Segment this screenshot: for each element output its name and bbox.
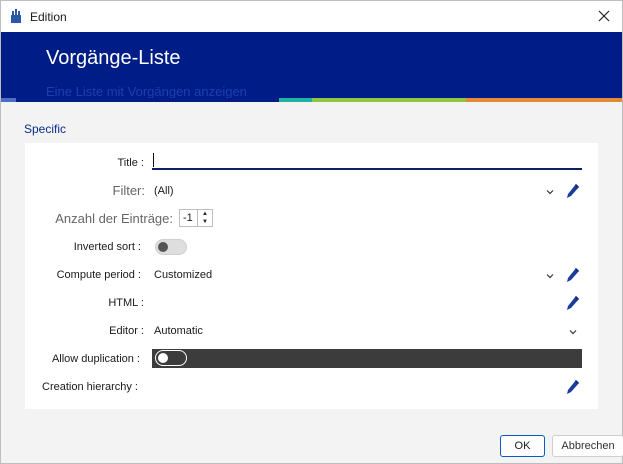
pencil-icon[interactable]	[566, 183, 580, 199]
allow-duplication-toggle[interactable]	[155, 350, 187, 366]
text-caret	[153, 153, 154, 167]
editor-label: Editor :	[109, 325, 144, 337]
title-label: Title :	[117, 157, 145, 169]
header-banner: Vorgänge-Liste Eine Liste mit Vorgängen …	[1, 32, 622, 102]
pencil-icon[interactable]	[566, 379, 580, 395]
compute-period-label: Compute period :	[56, 269, 141, 281]
inverted-sort-toggle[interactable]	[155, 239, 187, 255]
edition-dialog: Edition Vorgänge-Liste Eine Liste mit Vo…	[0, 0, 623, 464]
close-button[interactable]	[594, 6, 614, 26]
entries-value: -1	[183, 212, 193, 224]
chevron-down-icon[interactable]	[545, 187, 555, 197]
creation-hierarchy-label: Creation hierarchy :	[42, 381, 138, 393]
stepper-down-icon[interactable]: ▼	[198, 218, 212, 226]
title-bar: Edition	[1, 1, 622, 32]
section-title: Specific	[24, 122, 67, 136]
app-icon	[11, 9, 21, 23]
chevron-down-icon[interactable]	[545, 271, 555, 281]
filter-select[interactable]: (All)	[154, 185, 174, 197]
page-title: Vorgänge-Liste	[46, 47, 181, 69]
close-icon	[598, 10, 610, 22]
window-title: Edition	[30, 10, 67, 24]
chevron-down-icon[interactable]	[568, 327, 578, 337]
entries-label: Anzahl der Einträge:	[55, 211, 173, 226]
stepper-buttons: ▲ ▼	[197, 210, 212, 226]
pencil-icon[interactable]	[566, 295, 580, 311]
allow-duplication-label: Allow duplication :	[51, 353, 140, 365]
allow-duplication-row	[152, 349, 582, 368]
stepper-up-icon[interactable]: ▲	[198, 210, 212, 218]
entries-stepper[interactable]: -1 ▲ ▼	[179, 209, 213, 227]
compute-period-select[interactable]: Customized	[154, 269, 212, 281]
form-panel: Title : Filter: (All) Anzahl der Einträg…	[25, 143, 598, 409]
editor-select[interactable]: Automatic	[154, 325, 203, 337]
inverted-sort-label: Inverted sort :	[73, 241, 141, 253]
ok-button[interactable]: OK	[500, 435, 545, 457]
html-label: HTML :	[108, 297, 144, 309]
filter-label: Filter:	[112, 183, 146, 198]
page-subtitle: Eine Liste mit Vorgängen anzeigen	[46, 84, 247, 99]
color-stripe	[1, 98, 622, 102]
toggle-knob	[158, 242, 168, 252]
cancel-button[interactable]: Abbrechen	[552, 435, 623, 457]
pencil-icon[interactable]	[566, 267, 580, 283]
toggle-knob	[158, 353, 168, 363]
title-input[interactable]	[152, 149, 582, 170]
